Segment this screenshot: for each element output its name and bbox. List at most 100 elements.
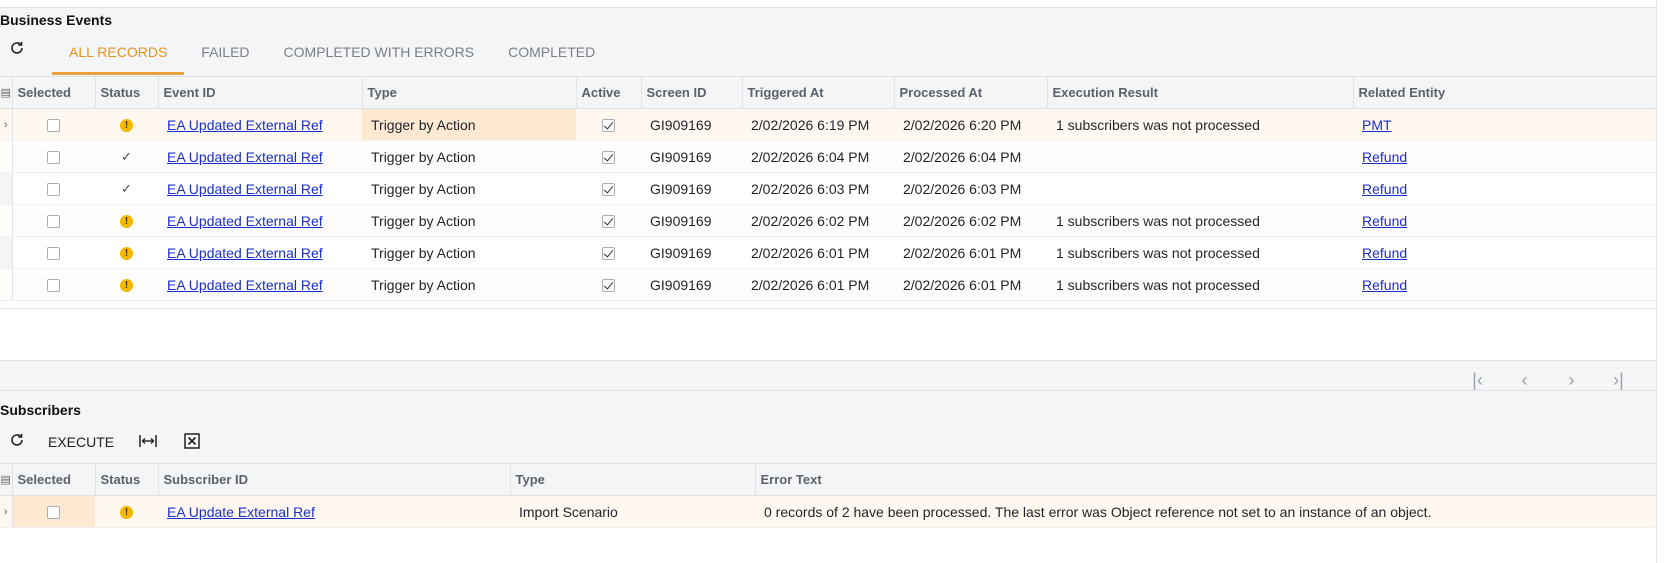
active-checkbox[interactable] [602,119,615,133]
tab-all-records[interactable]: ALL RECORDS [52,33,185,75]
screen-id-cell: GI909169 [641,236,742,269]
related-entity-link[interactable]: PMT [1362,117,1392,133]
type-cell[interactable]: Trigger by Action [362,236,576,269]
col-selected[interactable]: Selected [12,463,96,496]
execution-result-cell [1047,140,1353,173]
subscribers-header-bg [0,360,1656,464]
active-checkbox[interactable] [602,151,615,165]
table-row[interactable]: ! EA Updated External Ref Trigger by Act… [0,236,1656,269]
row-select-checkbox[interactable] [47,151,61,165]
active-checkbox[interactable] [602,183,615,197]
col-active[interactable]: Active [576,76,642,109]
triggered-at-cell: 2/02/2026 6:04 PM [742,140,894,173]
tab-completed-with-errors[interactable]: COMPLETED WITH ERRORS [267,33,492,75]
screen-id-cell: GI909169 [641,268,742,301]
type-cell[interactable]: Trigger by Action [362,268,576,301]
type-cell[interactable]: Trigger by Action [362,140,576,173]
processed-at-cell: 2/02/2026 6:20 PM [894,108,1047,141]
row-select-checkbox[interactable] [47,279,61,293]
warning-icon: ! [120,247,133,261]
table-row[interactable]: ! EA Updated External Ref Trigger by Act… [0,268,1656,301]
current-row-icon: › [0,108,13,141]
event-id-link[interactable]: EA Updated External Ref [167,213,323,229]
current-row-icon: › [0,495,13,528]
screen-id-cell: GI909169 [641,172,742,205]
warning-icon: ! [120,279,133,293]
related-entity-link[interactable]: Refund [1362,245,1407,261]
active-checkbox[interactable] [602,215,615,229]
first-page-icon[interactable]: |‹ [1454,370,1501,391]
event-id-link[interactable]: EA Updated External Ref [167,117,323,133]
last-page-icon[interactable]: ›| [1595,370,1642,391]
processed-at-cell: 2/02/2026 6:04 PM [894,140,1047,173]
table-row[interactable]: ✓ EA Updated External Ref Trigger by Act… [0,140,1656,173]
tab-failed[interactable]: FAILED [184,33,266,75]
related-entity-link[interactable]: Refund [1362,149,1407,165]
fit-columns-button[interactable] [126,427,170,457]
row-select-checkbox[interactable] [47,183,61,197]
related-entity-link[interactable]: Refund [1362,277,1407,293]
col-screen-id[interactable]: Screen ID [641,76,743,109]
excel-export-button[interactable] [170,427,214,457]
event-id-link[interactable]: EA Updated External Ref [167,149,323,165]
subscribers-grid: ▤ Selected Status Subscriber ID Type Err… [0,463,1657,528]
execution-result-cell: 1 subscribers was not processed [1047,236,1353,269]
col-type[interactable]: Type [510,463,756,496]
col-related-entity[interactable]: Related Entity [1353,76,1657,109]
row-select-checkbox[interactable] [47,119,61,133]
col-processed-at[interactable]: Processed At [894,76,1048,109]
execution-result-cell: 1 subscribers was not processed [1047,204,1353,237]
type-cell[interactable]: Trigger by Action [362,172,576,205]
row-select-checkbox[interactable] [47,506,61,520]
row-settings-icon[interactable]: ▤ [0,463,13,496]
processed-at-cell: 2/02/2026 6:01 PM [894,268,1047,301]
col-subscriber-id[interactable]: Subscriber ID [158,463,511,496]
event-id-link[interactable]: EA Updated External Ref [167,181,323,197]
row-select-checkbox[interactable] [47,215,61,229]
related-entity-link[interactable]: Refund [1362,213,1407,229]
event-id-link[interactable]: EA Updated External Ref [167,245,323,261]
grid-header-row: ▤ Selected Status Subscriber ID Type Err… [0,463,1657,496]
warning-icon: ! [120,119,133,133]
type-cell: Import Scenario [510,495,755,528]
col-execution-result[interactable]: Execution Result [1047,76,1354,109]
col-event-id[interactable]: Event ID [158,76,363,109]
col-error-text[interactable]: Error Text [755,463,1657,496]
active-checkbox[interactable] [602,247,615,261]
triggered-at-cell: 2/02/2026 6:02 PM [742,204,894,237]
next-page-icon[interactable]: › [1548,370,1595,391]
tab-completed[interactable]: COMPLETED [491,33,612,75]
prev-page-icon[interactable]: ‹ [1501,370,1548,391]
vertical-scrollbar[interactable] [1656,0,1664,563]
subscriber-id-link[interactable]: EA Update External Ref [167,504,315,520]
refresh-button[interactable] [0,35,34,65]
execute-button[interactable]: EXECUTE [34,427,126,457]
check-icon: ✓ [121,149,132,165]
business-events-toolbar [0,32,34,68]
table-row[interactable]: › ! EA Update External Ref Import Scenar… [0,495,1656,528]
col-selected[interactable]: Selected [12,76,96,109]
table-row[interactable]: ✓ EA Updated External Ref Trigger by Act… [0,172,1656,205]
subscribers-refresh-button[interactable] [0,427,34,457]
processed-at-cell: 2/02/2026 6:02 PM [894,204,1047,237]
row-settings-icon[interactable]: ▤ [0,76,13,109]
check-icon: ✓ [121,181,132,197]
execution-result-cell: 1 subscribers was not processed [1047,108,1353,141]
table-row[interactable]: ! EA Updated External Ref Trigger by Act… [0,204,1656,237]
active-checkbox[interactable] [602,279,615,293]
table-row[interactable]: › ! EA Updated External Ref Trigger by A… [0,108,1656,141]
triggered-at-cell: 2/02/2026 6:19 PM [742,108,894,141]
row-select-checkbox[interactable] [47,247,61,261]
col-triggered-at[interactable]: Triggered At [742,76,895,109]
type-cell[interactable]: Trigger by Action [362,204,576,237]
col-type[interactable]: Type [362,76,577,109]
col-status[interactable]: Status [95,463,159,496]
section-divider [0,360,1656,361]
related-entity-link[interactable]: Refund [1362,181,1407,197]
excel-export-icon [184,432,200,452]
business-events-grid: ▤ Selected Status Event ID Type Active S… [0,76,1657,301]
col-status[interactable]: Status [95,76,159,109]
type-cell[interactable]: Trigger by Action [362,108,576,141]
event-id-link[interactable]: EA Updated External Ref [167,277,323,293]
screen-id-cell: GI909169 [641,108,742,141]
